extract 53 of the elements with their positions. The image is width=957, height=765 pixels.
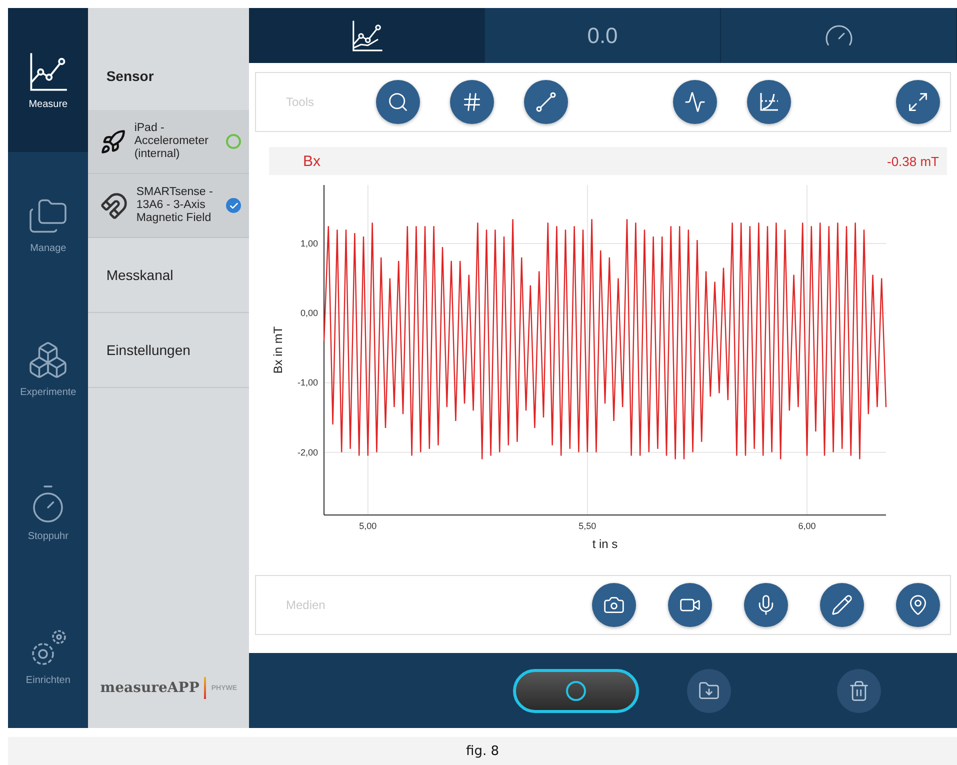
sensor-item[interactable]: iPad - Accelerometer (internal) [88, 110, 249, 174]
media-button[interactable] [592, 583, 636, 627]
action-button[interactable] [687, 668, 731, 712]
sensor-item[interactable]: SMARTsense - 13A6 - 3-Axis Magnetic Field [88, 174, 249, 238]
logo-text: measureAPP [100, 680, 200, 696]
y-axis-title: Bx in mT [271, 326, 285, 374]
map-pin-icon [907, 594, 929, 616]
media-button[interactable] [820, 583, 864, 627]
action-button[interactable] [837, 668, 881, 712]
tool-button[interactable] [747, 80, 791, 124]
x-axis-title: t in s [592, 537, 618, 551]
media-button[interactable] [668, 583, 712, 627]
camera-icon [603, 594, 625, 616]
trash-icon [848, 680, 870, 702]
y-tick-label: 1,00 [300, 238, 318, 248]
media-button[interactable] [896, 583, 940, 627]
logo-bar [204, 677, 206, 699]
media-button[interactable] [744, 583, 788, 627]
line-segment-icon [535, 91, 557, 113]
figure-caption: fig. 8 [466, 744, 499, 758]
record-button[interactable] [513, 668, 639, 712]
magnet-icon [100, 192, 128, 220]
y-tick-label: -1,00 [297, 378, 318, 388]
x-tick-label: 6,00 [798, 521, 816, 531]
rocket-icon [100, 128, 126, 154]
line-graph-icon [350, 18, 384, 52]
nav-item[interactable]: Manage [8, 152, 88, 296]
panel-heading: Sensor [105, 67, 155, 86]
nav-item[interactable]: Stoppuhr [8, 440, 88, 584]
folder-download-icon [698, 680, 720, 702]
y-tick-label: 0,00 [300, 308, 318, 318]
nav-item[interactable]: Einrichten [8, 584, 88, 728]
tool-button[interactable] [524, 80, 568, 124]
nav-item[interactable]: Experimente [8, 296, 88, 440]
sensor-name: iPad - Accelerometer (internal) [134, 122, 210, 162]
tool-button[interactable] [376, 80, 420, 124]
wave-icon [684, 91, 706, 113]
channel-reading: -0.38 mT [886, 154, 939, 168]
x-tick-label: 5,50 [578, 521, 596, 531]
pencil-icon [831, 594, 853, 616]
y-tick-label: -2,00 [297, 447, 318, 458]
axes-curve-icon [758, 91, 780, 113]
channel-name: Bx [303, 152, 321, 170]
expand-icon [907, 91, 929, 113]
search-icon [387, 91, 409, 113]
x-tick-label: 5,00 [359, 521, 377, 531]
nav-item[interactable]: Measure [8, 8, 88, 152]
view-tab[interactable] [249, 8, 485, 63]
tool-button[interactable] [896, 80, 940, 124]
tool-button[interactable] [450, 80, 494, 124]
sensor-name: SMARTsense - 13A6 - 3-Axis Magnetic Field [136, 186, 214, 226]
grid-icon [461, 91, 483, 113]
tool-button[interactable] [673, 80, 717, 124]
